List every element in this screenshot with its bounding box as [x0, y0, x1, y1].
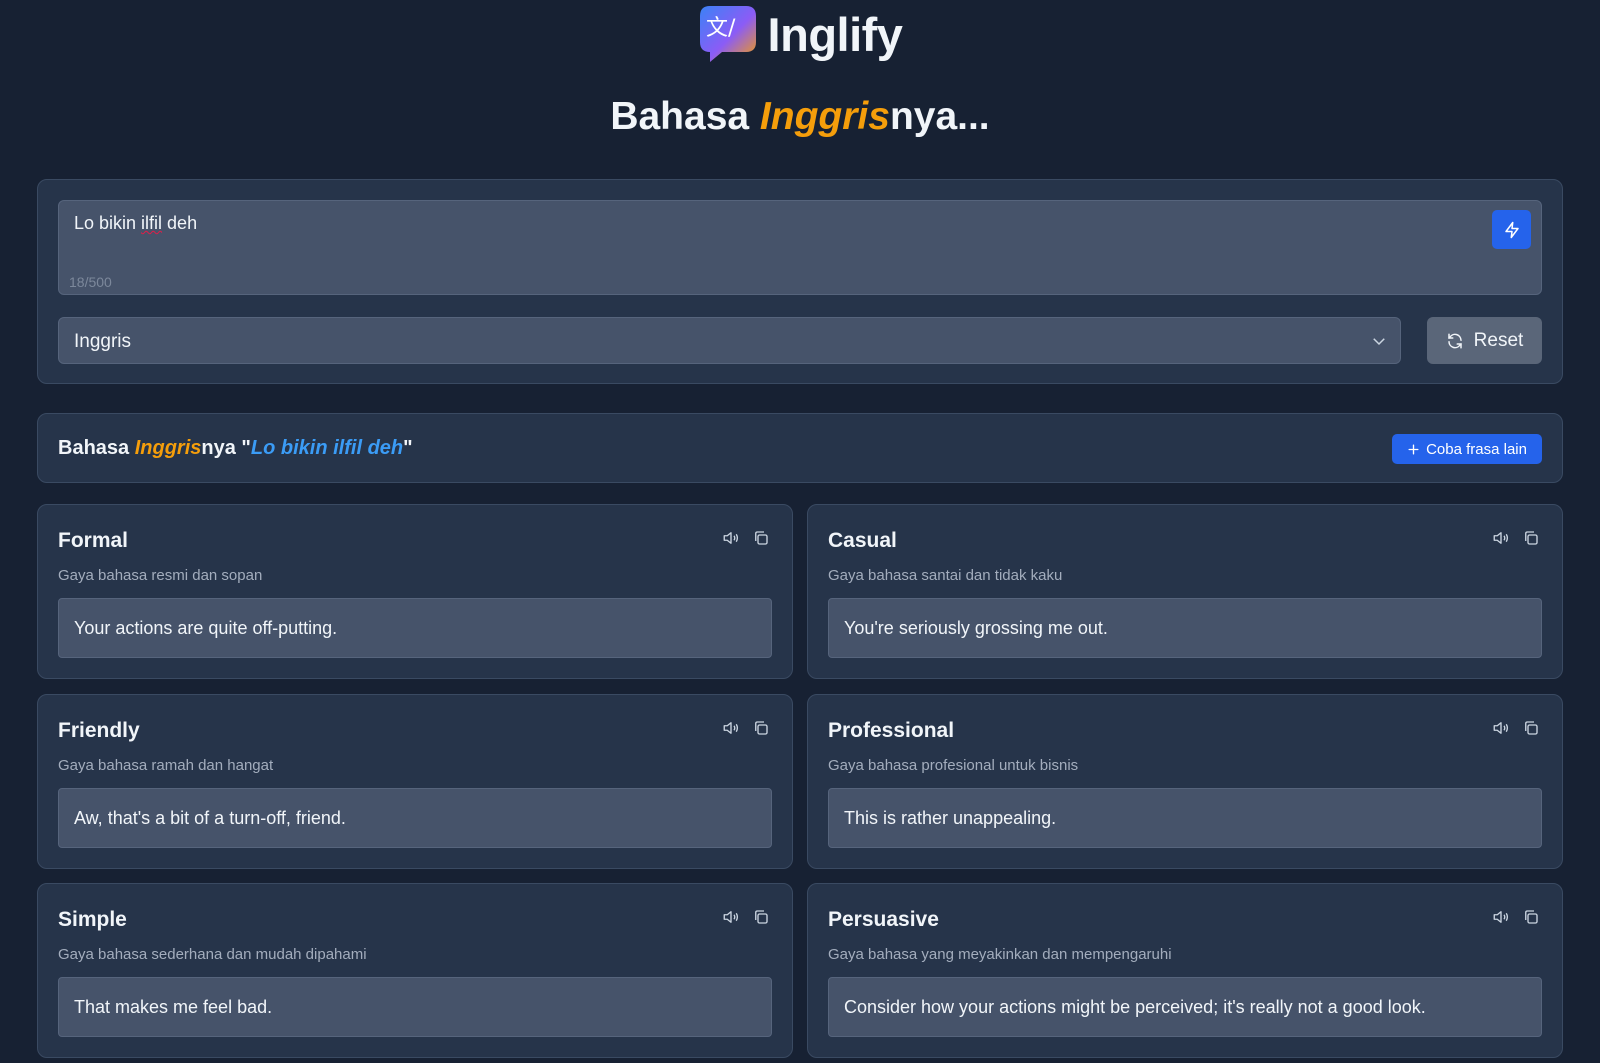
card-actions — [1492, 908, 1540, 926]
reset-button-label: Reset — [1473, 329, 1524, 351]
speaker-icon[interactable] — [722, 908, 740, 926]
headline-prefix: Bahasa — [610, 95, 760, 138]
input-panel: Lo bikin ilfil deh 18/500 Inggris Reset — [37, 179, 1563, 384]
phrase-input[interactable]: Lo bikin ilfil deh 18/500 — [58, 200, 1542, 295]
headline-highlight: Inggris — [759, 95, 890, 138]
card-description: Gaya bahasa yang meyakinkan dan mempenga… — [828, 946, 1172, 963]
card-title: Professional — [828, 719, 955, 742]
card-title: Casual — [828, 529, 897, 552]
result-title-suffix: " — [403, 437, 413, 459]
copy-icon[interactable] — [1522, 719, 1540, 737]
copy-icon[interactable] — [752, 719, 770, 737]
card-description: Gaya bahasa profesional untuk bisnis — [828, 757, 1079, 774]
try-another-phrase-button[interactable]: Coba frasa lain — [1392, 434, 1542, 464]
translate-submit-button[interactable] — [1492, 210, 1531, 249]
headline-suffix: nya... — [889, 95, 990, 138]
speaker-icon[interactable] — [1492, 719, 1510, 737]
card-output: Consider how your actions might be perce… — [828, 977, 1542, 1037]
chevron-down-icon — [1373, 338, 1385, 346]
char-counter: 18/500 — [69, 274, 112, 290]
speaker-icon[interactable] — [1492, 908, 1510, 926]
plus-icon — [1408, 443, 1419, 455]
style-card-casual: Casual Gaya bahasa santai dan tidak kaku… — [807, 504, 1563, 679]
card-description: Gaya bahasa sederhana dan mudah dipahami — [58, 946, 367, 963]
style-card-professional: Professional Gaya bahasa profesional unt… — [807, 694, 1563, 869]
speaker-icon[interactable] — [1492, 529, 1510, 547]
copy-icon[interactable] — [1522, 908, 1540, 926]
card-actions — [1492, 529, 1540, 547]
brand-header: 文/ Inglify — [0, 4, 1600, 64]
card-output: Your actions are quite off-putting. — [58, 598, 772, 658]
result-title-middle: nya " — [201, 437, 251, 459]
card-description: Gaya bahasa ramah dan hangat — [58, 757, 274, 774]
result-title-highlight: Inggris — [134, 437, 202, 459]
card-actions — [722, 719, 770, 737]
copy-icon[interactable] — [752, 908, 770, 926]
card-description: Gaya bahasa resmi dan sopan — [58, 567, 263, 584]
card-output-text: This is rather unappealing. — [844, 808, 1057, 828]
card-output-text: You're seriously grossing me out. — [844, 618, 1108, 638]
copy-icon[interactable] — [1522, 529, 1540, 547]
phrase-text-end: deh — [162, 213, 198, 233]
card-actions — [1492, 719, 1540, 737]
page-headline: Bahasa Inggrisnya... — [0, 95, 1600, 139]
card-output: That makes me feel bad. — [58, 977, 772, 1037]
card-output-text: Aw, that's a bit of a turn-off, friend. — [74, 808, 346, 828]
card-title: Formal — [58, 529, 129, 552]
svg-text:文/: 文/ — [706, 16, 736, 41]
language-select[interactable]: Inggris — [58, 317, 1401, 364]
reset-button[interactable]: Reset — [1427, 317, 1542, 364]
style-card-friendly: Friendly Gaya bahasa ramah dan hangat Aw… — [37, 694, 793, 869]
card-title: Simple — [58, 908, 127, 931]
copy-icon[interactable] — [752, 529, 770, 547]
language-select-value: Inggris — [74, 331, 132, 352]
style-card-simple: Simple Gaya bahasa sederhana dan mudah d… — [37, 883, 793, 1058]
phrase-text-misspelled: ilfil — [141, 213, 163, 233]
refresh-icon — [1447, 333, 1462, 348]
style-card-formal: Formal Gaya bahasa resmi dan sopan Your … — [37, 504, 793, 679]
brand-name: Inglify — [767, 7, 903, 61]
bolt-icon — [1504, 221, 1519, 238]
result-header: Bahasa Inggrisnya "Lo bikin ilfil deh" C… — [37, 413, 1563, 483]
speaker-icon[interactable] — [722, 529, 740, 547]
card-output-text: Consider how your actions might be perce… — [844, 997, 1426, 1017]
card-actions — [722, 529, 770, 547]
card-title: Friendly — [58, 719, 140, 742]
phrase-input-text: Lo bikin ilfil deh — [74, 213, 197, 234]
style-card-persuasive: Persuasive Gaya bahasa yang meyakinkan d… — [807, 883, 1563, 1058]
speaker-icon[interactable] — [722, 719, 740, 737]
phrase-text-start: Lo bikin — [74, 213, 142, 233]
result-title-prefix: Bahasa — [58, 437, 135, 459]
card-actions — [722, 908, 770, 926]
card-output: This is rather unappealing. — [828, 788, 1542, 848]
card-title: Persuasive — [828, 908, 939, 931]
translate-logo-icon: 文/ — [698, 4, 758, 64]
card-description: Gaya bahasa santai dan tidak kaku — [828, 567, 1063, 584]
app-page: 文/ Inglify Bahasa Inggrisnya... Lo bikin… — [0, 0, 1600, 1063]
card-output-text: Your actions are quite off-putting. — [74, 618, 338, 638]
card-output: Aw, that's a bit of a turn-off, friend. — [58, 788, 772, 848]
card-output: You're seriously grossing me out. — [828, 598, 1542, 658]
result-title-phrase: Lo bikin ilfil deh — [250, 437, 404, 459]
result-title: Bahasa Inggrisnya "Lo bikin ilfil deh" — [58, 437, 413, 460]
card-output-text: That makes me feel bad. — [74, 997, 273, 1017]
try-another-phrase-label: Coba frasa lain — [1426, 440, 1527, 458]
